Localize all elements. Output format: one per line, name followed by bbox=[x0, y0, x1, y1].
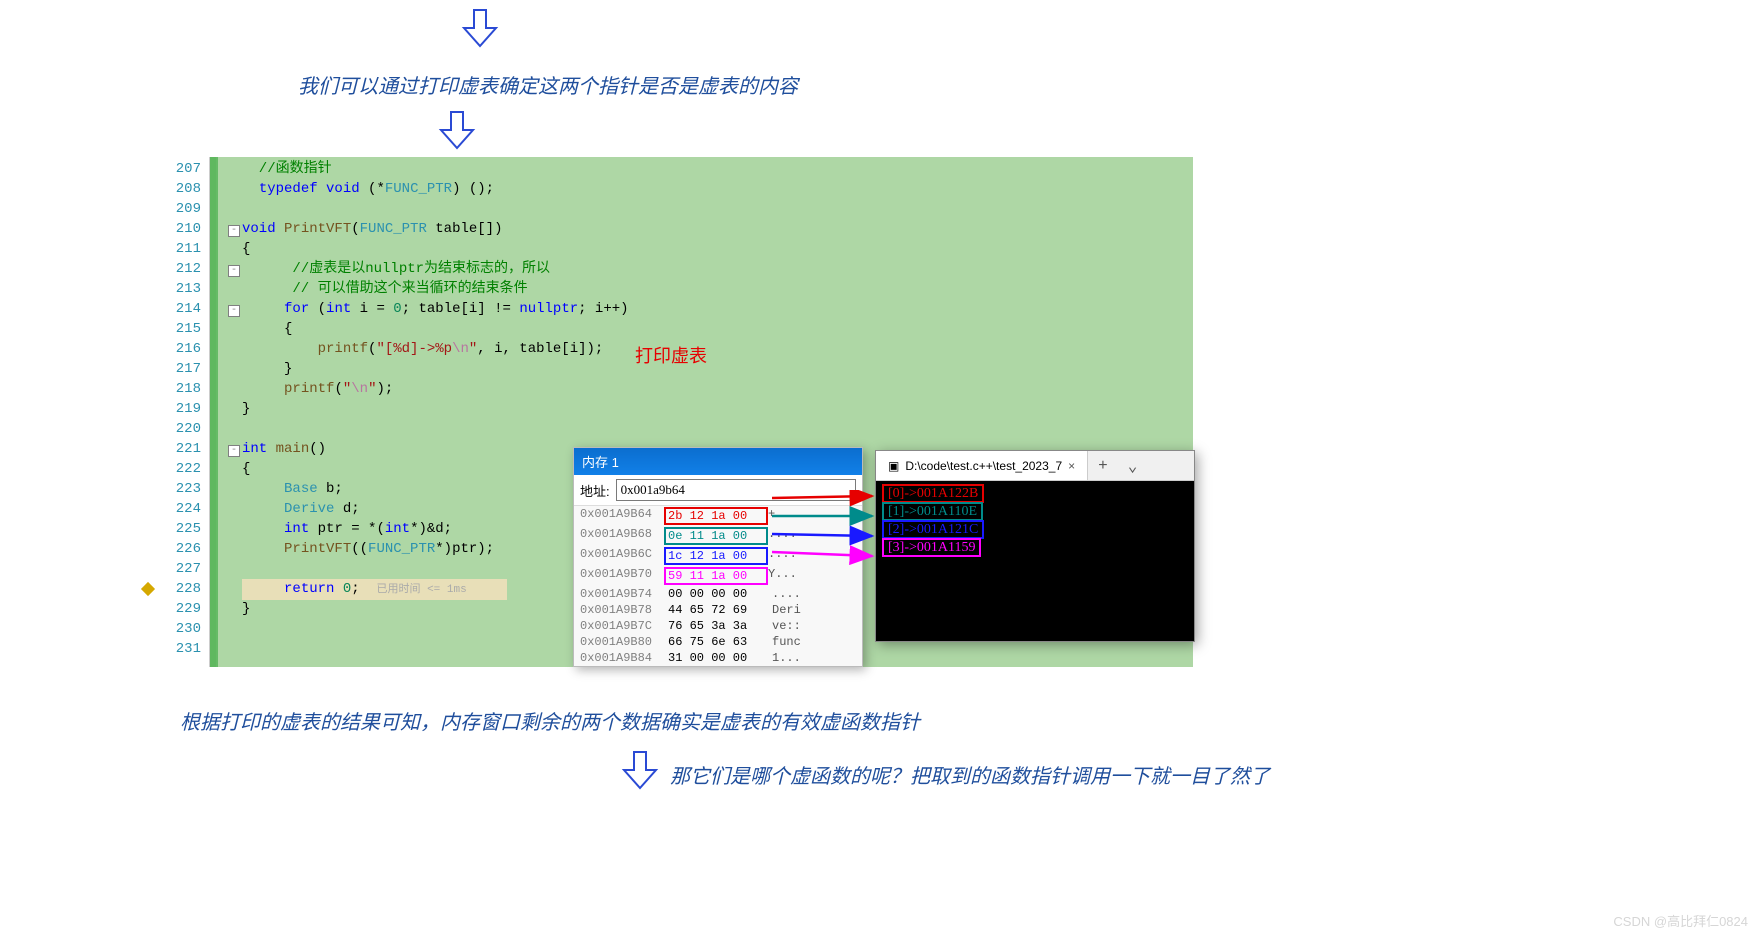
code-line: //函数指针 bbox=[228, 159, 1193, 179]
mem-address: 0x001A9B7C bbox=[580, 619, 668, 633]
line-number: 207 bbox=[135, 159, 209, 179]
code-line: - for (int i = 0; table[i] != nullptr; i… bbox=[228, 299, 1193, 319]
console-line: [1]->001A110E bbox=[876, 503, 1194, 521]
line-number: 210 bbox=[135, 219, 209, 239]
output-pointer: [3]->001A1159 bbox=[882, 538, 981, 557]
line-number: 226 bbox=[135, 539, 209, 559]
code-line: -void PrintVFT(FUNC_PTR table[]) bbox=[228, 219, 1193, 239]
arrow-down-icon bbox=[620, 750, 660, 790]
code-line: typedef void (*FUNC_PTR) (); bbox=[228, 179, 1193, 199]
memory-window-title: 内存 1 bbox=[574, 448, 862, 475]
output-pointer: [1]->001A110E bbox=[882, 502, 983, 521]
code-line: } bbox=[228, 359, 1193, 379]
line-number: 217 bbox=[135, 359, 209, 379]
console-window: ▣ D:\code\test.c++\test_2023_7 × + ⌄ [0]… bbox=[875, 450, 1195, 642]
line-number: 216 bbox=[135, 339, 209, 359]
output-pointer: [2]->001A121C bbox=[882, 520, 984, 539]
annotation-bottom-2: 那它们是哪个虚函数的呢？把取到的函数指针调用一下就一目了然了 bbox=[670, 760, 1270, 789]
mem-bytes: 0e 11 1a 00 bbox=[664, 527, 768, 545]
line-number: 229 bbox=[135, 599, 209, 619]
link-arrows-icon bbox=[772, 490, 880, 585]
margin-strip bbox=[210, 157, 218, 667]
console-tab-title: D:\code\test.c++\test_2023_7 bbox=[905, 459, 1062, 473]
mem-bytes: 59 11 1a 00 bbox=[664, 567, 768, 585]
mem-bytes: 44 65 72 69 bbox=[668, 603, 772, 617]
memory-row: 0x001A9B7844 65 72 69 Deri bbox=[574, 602, 862, 618]
memory-row: 0x001A9B7400 00 00 00 .... bbox=[574, 586, 862, 602]
line-number: 218 bbox=[135, 379, 209, 399]
console-line: [0]->001A122B bbox=[876, 485, 1194, 503]
console-line: [3]->001A1159 bbox=[876, 539, 1194, 557]
memory-row: 0x001A9B7C76 65 3a 3a ve:: bbox=[574, 618, 862, 634]
annotation-bottom-1: 根据打印的虚表的结果可知，内存窗口剩余的两个数据确实是虚表的有效虚函数指针 bbox=[180, 706, 920, 735]
mem-bytes: 1c 12 1a 00 bbox=[664, 547, 768, 565]
line-number: 212 bbox=[135, 259, 209, 279]
tab-dropdown-button[interactable]: ⌄ bbox=[1118, 456, 1148, 476]
mem-ascii: 1... bbox=[772, 651, 801, 665]
line-number: 228 bbox=[135, 579, 209, 599]
mem-ascii: Deri bbox=[772, 603, 801, 617]
console-tab[interactable]: ▣ D:\code\test.c++\test_2023_7 × bbox=[876, 451, 1088, 480]
console-output: [0]->001A122B[1]->001A110E[2]->001A121C[… bbox=[876, 481, 1194, 641]
mem-bytes: 76 65 3a 3a bbox=[668, 619, 772, 633]
mem-address: 0x001A9B80 bbox=[580, 635, 668, 649]
annotation-print-vtable: 打印虚表 bbox=[635, 342, 707, 368]
line-number: 221 bbox=[135, 439, 209, 459]
console-tabs: ▣ D:\code\test.c++\test_2023_7 × + ⌄ bbox=[876, 451, 1194, 481]
mem-address: 0x001A9B74 bbox=[580, 587, 668, 601]
annotation-top: 我们可以通过打印虚表确定这两个指针是否是虚表的内容 bbox=[298, 70, 798, 99]
line-number: 223 bbox=[135, 479, 209, 499]
code-line: { bbox=[228, 239, 1193, 259]
line-number: 214 bbox=[135, 299, 209, 319]
line-number: 219 bbox=[135, 399, 209, 419]
watermark: CSDN @高比拜仁0824 bbox=[1613, 911, 1748, 930]
mem-address: 0x001A9B84 bbox=[580, 651, 668, 665]
close-icon[interactable]: × bbox=[1068, 459, 1075, 473]
mem-bytes: 00 00 00 00 bbox=[668, 587, 772, 601]
arrow-down-icon bbox=[437, 110, 477, 150]
mem-address: 0x001A9B6C bbox=[580, 547, 668, 565]
line-number: 231 bbox=[135, 639, 209, 659]
new-tab-button[interactable]: + bbox=[1088, 457, 1118, 475]
memory-row: 0x001A9B8066 75 6e 63 func bbox=[574, 634, 862, 650]
code-line bbox=[228, 199, 1193, 219]
mem-address: 0x001A9B68 bbox=[580, 527, 668, 545]
line-number: 222 bbox=[135, 459, 209, 479]
mem-bytes: 31 00 00 00 bbox=[668, 651, 772, 665]
console-line: [2]->001A121C bbox=[876, 521, 1194, 539]
code-line: printf("\n"); bbox=[228, 379, 1193, 399]
output-pointer: [0]->001A122B bbox=[882, 484, 984, 503]
code-line: - //虚表是以nullptr为结束标志的，所以 bbox=[228, 259, 1193, 279]
mem-bytes: 66 75 6e 63 bbox=[668, 635, 772, 649]
line-number: 227 bbox=[135, 559, 209, 579]
line-number: 209 bbox=[135, 199, 209, 219]
memory-row: 0x001A9B8431 00 00 00 1... bbox=[574, 650, 862, 666]
mem-address: 0x001A9B78 bbox=[580, 603, 668, 617]
line-number: 208 bbox=[135, 179, 209, 199]
arrow-down-icon bbox=[460, 8, 500, 48]
line-number: 220 bbox=[135, 419, 209, 439]
mem-address: 0x001A9B64 bbox=[580, 507, 668, 525]
mem-ascii: ve:: bbox=[772, 619, 801, 633]
code-line: // 可以借助这个来当循环的结束条件 bbox=[228, 279, 1193, 299]
line-number: 224 bbox=[135, 499, 209, 519]
terminal-icon: ▣ bbox=[888, 459, 899, 473]
line-number: 211 bbox=[135, 239, 209, 259]
code-line: { bbox=[228, 319, 1193, 339]
line-number: 225 bbox=[135, 519, 209, 539]
memory-address-label: 地址: bbox=[580, 481, 610, 500]
code-line bbox=[228, 419, 1193, 439]
code-line: } bbox=[228, 399, 1193, 419]
mem-bytes: 2b 12 1a 00 bbox=[664, 507, 768, 525]
mem-ascii: func bbox=[772, 635, 801, 649]
line-number: 215 bbox=[135, 319, 209, 339]
line-number: 213 bbox=[135, 279, 209, 299]
code-line: printf("[%d]->%p\n", i, table[i]); bbox=[228, 339, 1193, 359]
line-number: 230 bbox=[135, 619, 209, 639]
line-number-gutter: 2072082092102112122132142152162172182192… bbox=[135, 157, 210, 667]
mem-address: 0x001A9B70 bbox=[580, 567, 668, 585]
mem-ascii: .... bbox=[772, 587, 801, 601]
